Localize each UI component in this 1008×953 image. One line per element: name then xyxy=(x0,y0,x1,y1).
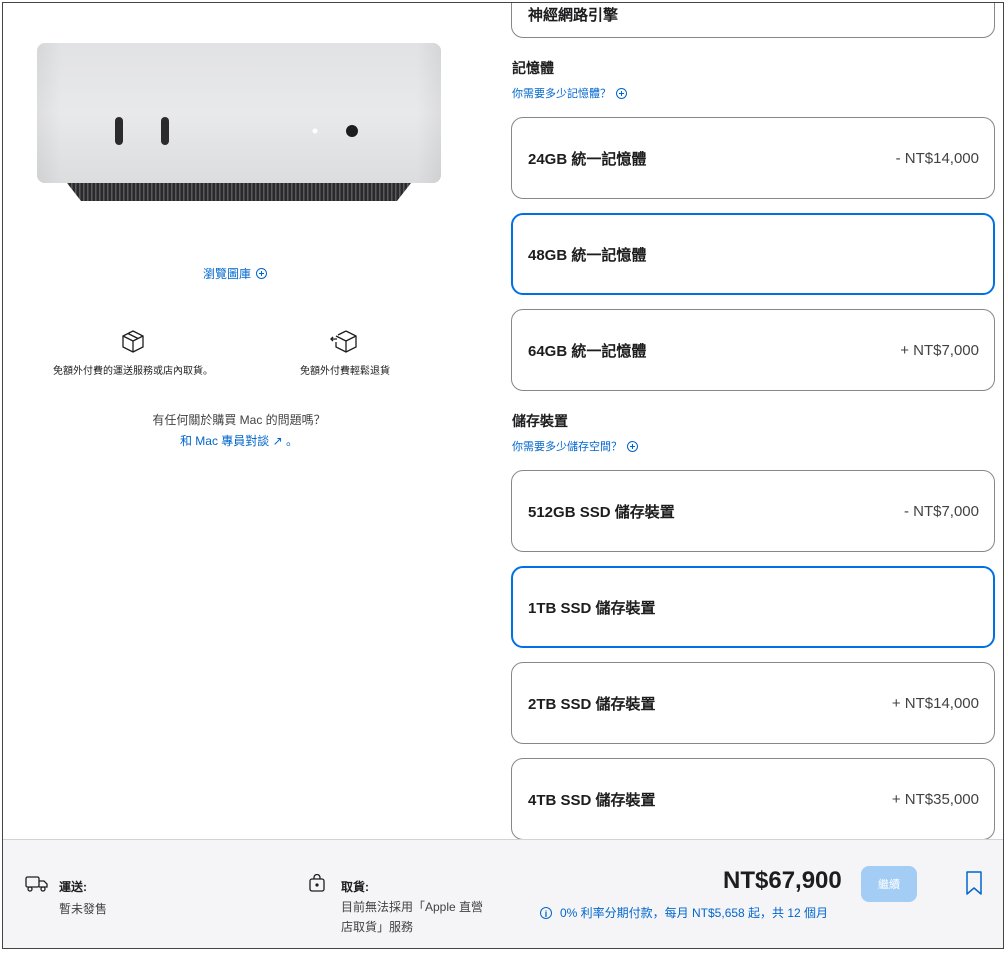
memory-help-link[interactable]: 你需要多少記憶體？ xyxy=(512,85,627,101)
option-price: + NT$7,000 xyxy=(900,341,979,359)
box-icon xyxy=(122,330,144,353)
delivery-title: 運送: xyxy=(59,880,87,894)
shipping-perk: 免額外付費的運送服務或店內取貨。 xyxy=(43,328,223,377)
financing-text: 0% 利率分期付款，每月 NT$5,658 起，共 12 個月 xyxy=(560,906,829,920)
total-price: NT$67,900 xyxy=(723,867,842,894)
memory-help-label: 你需要多少記憶體？ xyxy=(512,88,611,100)
info-icon: i xyxy=(540,906,552,919)
pickup-title: 取貨: xyxy=(341,880,369,894)
shopping-bag-icon xyxy=(309,874,325,892)
storage-option-512gb[interactable]: 512GB SSD 儲存裝置 - NT$7,000 xyxy=(511,470,995,552)
option-price: - NT$7,000 xyxy=(903,502,979,520)
returns-perk-text: 免額外付費輕鬆退貨 xyxy=(300,366,390,377)
neural-engine-label: 神經網路引擎 xyxy=(528,7,619,24)
gallery-link[interactable]: 瀏覽圖庫 xyxy=(203,265,268,282)
pickup-line-2: 店取貨」服務 xyxy=(341,920,414,934)
financing-info[interactable]: i 0% 利率分期付款，每月 NT$5,658 起，共 12 個月 xyxy=(540,904,828,921)
option-label: 512GB SSD 儲存裝置 xyxy=(528,503,675,521)
plus-circle-icon xyxy=(256,268,268,279)
option-label: 64GB 統一記憶體 xyxy=(528,342,647,360)
bookmark-icon[interactable] xyxy=(965,870,983,896)
memory-section-title: 記憶體 xyxy=(512,60,554,76)
help-question: 有任何關於購買 Mac 的問題嗎？ xyxy=(152,413,326,427)
neural-engine-option[interactable]: 神經網路引擎 xyxy=(511,3,995,38)
plus-circle-icon xyxy=(616,87,627,99)
storage-option-2tb[interactable]: 2TB SSD 儲存裝置 + NT$14,000 xyxy=(511,662,995,744)
memory-option-64gb[interactable]: 64GB 統一記憶體 + NT$7,000 xyxy=(511,309,995,391)
pickup-line-1: 目前無法採用「Apple 直營 xyxy=(341,900,484,914)
delivery-status: 暫未發售 xyxy=(59,902,108,916)
gallery-label: 瀏覽圖庫 xyxy=(203,267,252,281)
plus-circle-icon xyxy=(627,440,638,452)
option-label: 4TB SSD 儲存裝置 xyxy=(528,791,656,809)
storage-section-title: 儲存裝置 xyxy=(512,413,568,429)
truck-icon xyxy=(25,876,48,892)
option-label: 24GB 統一記憶體 xyxy=(528,150,647,168)
option-label: 48GB 統一記憶體 xyxy=(528,246,647,264)
option-price: + NT$35,000 xyxy=(891,790,979,808)
continue-button[interactable]: 繼續 xyxy=(861,866,917,902)
summary-bar: 運送: 暫未發售 取貨: 目前無法採用「Apple 直營 店取貨」服務 NT$6… xyxy=(3,839,1003,948)
storage-help-link[interactable]: 你需要多少儲存空間？ xyxy=(512,438,638,454)
option-price: - NT$14,000 xyxy=(895,149,979,167)
option-price: + NT$14,000 xyxy=(891,694,979,712)
help-section: 有任何關於購買 Mac 的問題嗎？ 和 Mac 專員對談 ↗ 。 xyxy=(103,411,375,449)
storage-option-4tb[interactable]: 4TB SSD 儲存裝置 + NT$35,000 xyxy=(511,758,995,840)
chat-specialist-link[interactable]: 和 Mac 專員對談 ↗ 。 xyxy=(103,432,375,449)
memory-option-24gb[interactable]: 24GB 統一記憶體 - NT$14,000 xyxy=(511,117,995,199)
shipping-perk-text: 免額外付費的運送服務或店內取貨。 xyxy=(53,366,213,377)
storage-option-1tb[interactable]: 1TB SSD 儲存裝置 xyxy=(511,566,995,648)
storage-help-label: 你需要多少儲存空間？ xyxy=(512,441,622,453)
returns-perk: 免額外付費輕鬆退貨 xyxy=(275,328,415,377)
product-image xyxy=(31,33,451,213)
return-box-icon xyxy=(330,330,357,353)
memory-option-48gb[interactable]: 48GB 統一記憶體 xyxy=(511,213,995,295)
page-frame: 瀏覽圖庫 免額外付費的運送服務或店內取貨。 免額外付費輕鬆退貨 有任何關於購買 … xyxy=(2,2,1004,949)
option-label: 2TB SSD 儲存裝置 xyxy=(528,695,656,713)
option-label: 1TB SSD 儲存裝置 xyxy=(528,599,656,617)
